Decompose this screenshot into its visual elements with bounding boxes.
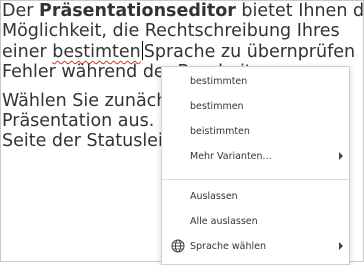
suggestion-label: bestimmen [190,100,244,112]
ignore-all-item[interactable]: Alle auslassen [162,210,349,232]
globe-icon [171,239,185,253]
spellcheck-context-menu: bestimmten bestimmen beistimmten Mehr Va… [161,66,350,265]
text-segment: bietet Ihnen die [241,1,364,21]
text-cursor [141,41,143,60]
paragraph-1-line-1: Der Präsentationseditor bietet Ihnen die [2,1,364,21]
suggestion-item-3[interactable]: beistimmten [162,120,349,142]
misspelled-word[interactable]: bestimten [52,42,140,62]
chevron-right-icon [339,152,343,160]
language-label: Sprache wählen [190,240,267,252]
suggestion-item-2[interactable]: bestimmen [162,95,349,117]
suggestion-label: bestimmten [190,75,248,87]
suggestion-item-1[interactable]: bestimmten [162,70,349,92]
paragraph-1-line-3: einer bestimten Sprache zu übernprüfen [2,41,363,62]
suggestion-label: beistimmten [190,125,250,137]
chevron-right-icon [339,242,343,250]
text-segment: Der [2,1,39,21]
language-item[interactable]: Sprache wählen [162,235,349,257]
menu-separator [162,179,349,180]
text-segment: Sprache zu übernprüfen [143,42,356,62]
more-variants-item[interactable]: Mehr Varianten... [162,145,349,167]
ignore-all-label: Alle auslassen [190,215,258,227]
more-variants-label: Mehr Varianten... [190,150,272,162]
ignore-item[interactable]: Auslassen [162,185,349,207]
bold-term: Präsentationseditor [39,1,236,21]
paragraph-1-line-2: Möglichkeit, die Rechtschreibung Ihres [2,21,340,41]
ignore-label: Auslassen [190,190,238,202]
text-segment: einer [2,42,53,62]
